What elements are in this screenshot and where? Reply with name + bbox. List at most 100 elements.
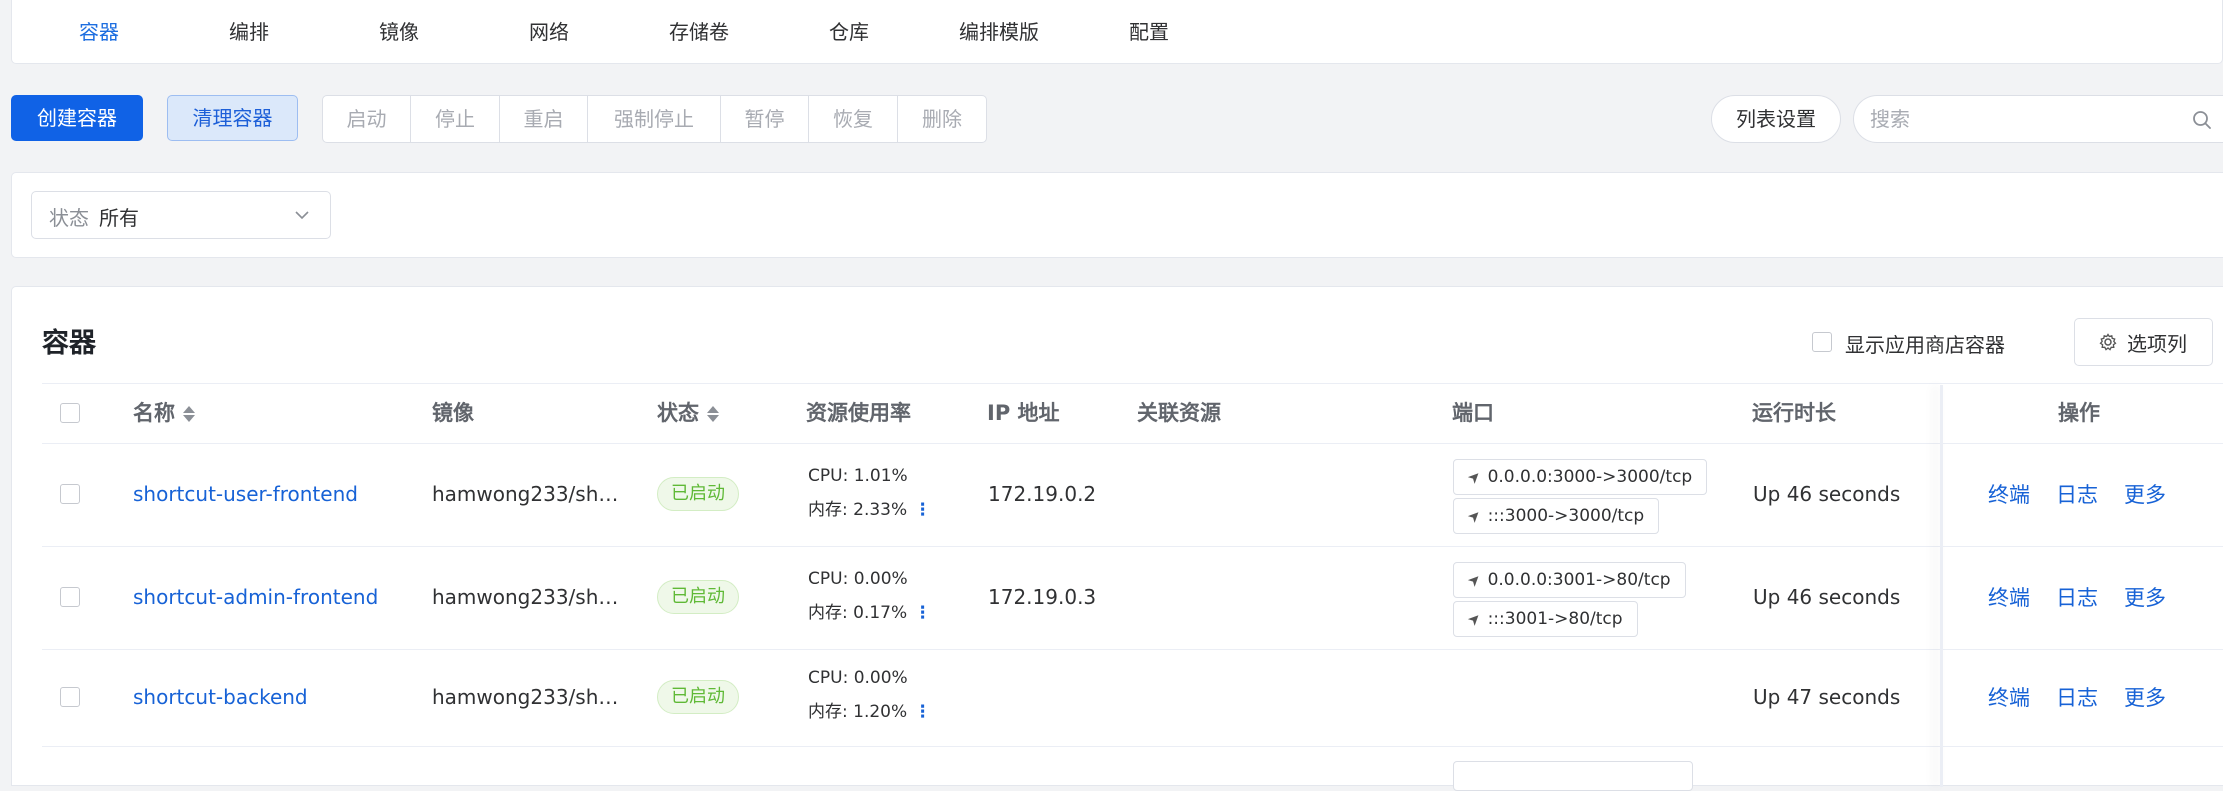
column-header-related: 关联资源 [1137,401,1221,425]
container-action-group: 启动 停止 重启 强制停止 暂停 恢复 删除 [322,95,987,143]
show-store-containers-checkbox[interactable] [1812,332,1832,352]
mem-usage-text: 内存: 0.17% [808,603,908,623]
status-filter-value: 所有 [99,206,139,230]
terminal-link[interactable]: 终端 [1988,584,2030,612]
table-title: 容器 [42,328,96,359]
column-header-image: 镜像 [432,401,474,425]
tab-images[interactable]: 镜像 [334,18,464,46]
container-uptime: Up 46 seconds [1753,585,1901,609]
search-box [1853,95,2223,143]
status-header-text: 状态 [657,401,699,425]
sort-icon[interactable] [707,404,719,424]
container-ip: 172.19.0.2 [988,482,1097,506]
column-options-label: 选项列 [2127,332,2187,356]
port-mapping[interactable]: ➤:::3000->3000/tcp [1453,498,1660,534]
header-divider [42,443,2223,444]
column-header-name[interactable]: 名称 [133,399,195,427]
more-link[interactable]: 更多 [2124,684,2166,712]
column-header-ports: 端口 [1452,401,1494,425]
port-mapping[interactable]: ➤ 0.0.0.0:3000->3000/tcp [1453,459,1708,495]
column-options-button[interactable]: 选项列 [2074,318,2213,366]
chevron-down-icon [295,211,309,220]
cpu-usage: CPU: 0.00% [808,569,908,589]
pause-button[interactable]: 暂停 [721,96,809,142]
tab-compose[interactable]: 编排 [184,18,314,46]
more-link[interactable]: 更多 [2124,481,2166,509]
log-link[interactable]: 日志 [2056,481,2098,509]
force-stop-button[interactable]: 强制停止 [588,96,721,142]
tab-repositories[interactable]: 仓库 [784,18,914,46]
stop-button[interactable]: 停止 [411,96,500,142]
container-image: hamwong233/sh… [432,685,619,709]
row-checkbox[interactable] [60,484,80,504]
row-divider [42,546,2223,547]
search-icon[interactable] [2192,110,2212,130]
port-arrow-icon: ➤ [1463,608,1486,630]
port-text: :::3001->80/tcp [1487,609,1623,629]
column-header-usage: 资源使用率 [806,401,911,425]
row-checkbox[interactable] [60,687,80,707]
create-container-button[interactable]: 创建容器 [11,95,143,141]
more-stats-icon[interactable]: ⋮ [914,602,931,624]
select-all-checkbox[interactable] [60,403,80,423]
list-settings-button[interactable]: 列表设置 [1711,95,1841,143]
status-filter-label: 状态 [49,206,89,230]
mem-usage-text: 内存: 2.33% [808,500,908,520]
container-ip: 172.19.0.3 [988,585,1097,609]
container-image: hamwong233/sh… [432,482,619,506]
port-text: :::3000->3000/tcp [1487,506,1645,526]
tab-compose-templates[interactable]: 编排模版 [934,18,1064,46]
start-button[interactable]: 启动 [323,96,411,142]
name-header-text: 名称 [133,401,175,425]
port-mapping[interactable]: ➤:::3001->80/tcp [1453,601,1638,637]
row-checkbox[interactable] [60,587,80,607]
gear-icon [2099,333,2117,351]
terminal-link[interactable]: 终端 [1988,684,2030,712]
row-divider [42,649,2223,650]
log-link[interactable]: 日志 [2056,684,2098,712]
mem-usage: 内存: 2.33% ⋮ [808,499,931,521]
more-link[interactable]: 更多 [2124,584,2166,612]
port-text: 0.0.0.0:3000->3000/tcp [1487,467,1693,487]
search-input[interactable] [1870,104,2170,134]
terminal-link[interactable]: 终端 [1988,481,2030,509]
container-name-link[interactable]: shortcut-user-frontend [133,481,358,507]
clean-containers-button[interactable]: 清理容器 [167,95,298,141]
status-badge: 已启动 [657,680,739,714]
container-name-link[interactable]: shortcut-admin-frontend [133,584,378,610]
column-header-status[interactable]: 状态 [657,399,719,427]
column-header-ip: IP 地址 [987,401,1060,425]
container-image: hamwong233/sh… [432,585,619,609]
port-arrow-icon: ➤ [1463,569,1486,591]
container-name-link[interactable]: shortcut-backend [133,684,308,710]
show-store-containers-label: 显示应用商店容器 [1845,333,2005,357]
resume-button[interactable]: 恢复 [809,96,898,142]
port-arrow-icon: ➤ [1463,466,1486,488]
port-mapping[interactable]: ➤ 0.0.0.0:3001->80/tcp [1453,562,1686,598]
container-uptime: Up 47 seconds [1753,685,1901,709]
port-text: 0.0.0.0:3001->80/tcp [1487,570,1671,590]
column-header-uptime: 运行时长 [1752,401,1836,425]
tab-containers[interactable]: 容器 [34,18,164,46]
mem-usage: 内存: 1.20% ⋮ [808,701,931,723]
containers-table-card: 容器 显示应用商店容器 选项列 名称 镜像 状态 资源使用率 IP 地址 关联资… [11,286,2223,791]
tab-volumes[interactable]: 存储卷 [634,18,764,46]
delete-button[interactable]: 删除 [898,96,986,142]
tab-networks[interactable]: 网络 [484,18,614,46]
tab-settings[interactable]: 配置 [1084,18,1214,46]
mem-usage-text: 内存: 1.20% [808,702,908,722]
top-nav: 容器 编排 镜像 网络 存储卷 仓库 编排模版 配置 [11,0,2223,64]
cpu-usage: CPU: 1.01% [808,466,908,486]
status-filter-select[interactable]: 状态 所有 [31,191,331,239]
cpu-usage: CPU: 0.00% [808,668,908,688]
status-badge: 已启动 [657,580,739,614]
sort-icon[interactable] [183,404,195,424]
log-link[interactable]: 日志 [2056,584,2098,612]
restart-button[interactable]: 重启 [500,96,588,142]
more-stats-icon[interactable]: ⋮ [914,701,931,723]
port-mapping[interactable] [1453,761,1693,791]
more-stats-icon[interactable]: ⋮ [914,499,931,521]
port-arrow-icon: ➤ [1463,505,1486,527]
row-divider [42,746,2223,747]
filter-panel: 状态 所有 [11,172,2223,258]
